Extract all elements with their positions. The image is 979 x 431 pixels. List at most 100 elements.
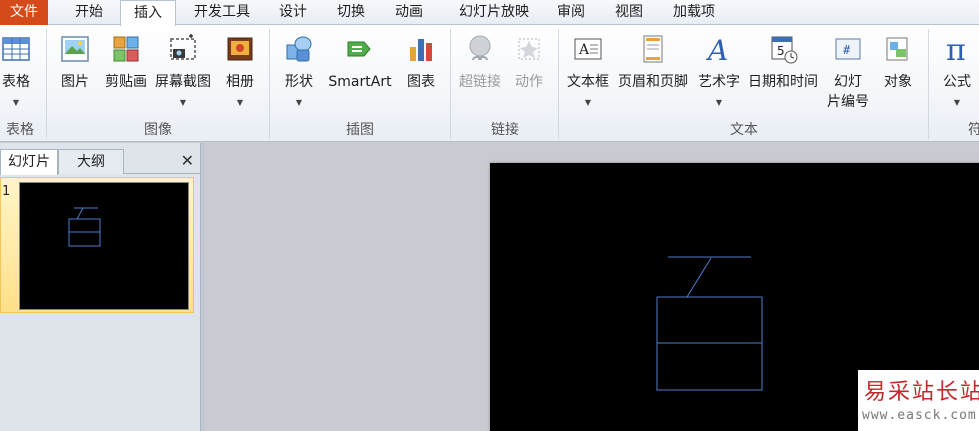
date-time-button[interactable]: 5 日期和时间 — [744, 29, 822, 119]
smartart-icon — [347, 41, 371, 57]
tab-developer[interactable]: 开发工具 — [183, 0, 261, 25]
equation-button[interactable]: π 公式 ▼ — [936, 29, 978, 119]
picture-button[interactable]: 图片 — [54, 29, 96, 119]
picture-label: 图片 — [61, 74, 89, 90]
textbox-icon: A — [574, 38, 602, 60]
header-footer-button[interactable]: 页眉和页脚 — [614, 29, 692, 119]
svg-text:A: A — [578, 42, 590, 58]
calendar-clock-icon: 5 — [771, 36, 798, 64]
action-button[interactable]: 动作 — [508, 29, 550, 119]
watermark-title: 易采站长站 — [864, 380, 979, 405]
svg-text:A: A — [705, 34, 728, 65]
hyperlink-button[interactable]: 超链接 — [454, 29, 506, 119]
tab-home[interactable]: 开始 — [60, 0, 118, 25]
textbox-button[interactable]: A 文本框 ▼ — [562, 29, 614, 119]
dropdown-arrow-icon: ▼ — [295, 98, 303, 107]
date-time-label: 日期和时间 — [748, 74, 818, 90]
ribbon-insert: 表格 ▼ 表格 图片 剪贴画 屏幕截图 ▼ 相册 ▼ 图像 形状 ▼ Smart… — [0, 25, 979, 142]
screenshot-icon — [170, 34, 196, 60]
slide-thumbnail[interactable] — [19, 182, 189, 310]
slide-number-label-line2: 片编号 — [827, 94, 869, 110]
diagonal-line-shape[interactable] — [686, 257, 712, 298]
wordart-button[interactable]: A 艺术字 ▼ — [694, 29, 744, 119]
ribbon-tab-bar: 文件 开始 插入 开发工具 设计 切换 动画 幻灯片放映 审阅 视图 加载项 — [0, 0, 979, 26]
hyperlink-icon — [469, 35, 491, 61]
slide-number-label-line1: 幻灯 — [834, 74, 862, 90]
table-label: 表格 — [2, 74, 30, 90]
object-button[interactable]: 对象 — [876, 29, 920, 119]
slide-number: 1 — [2, 184, 11, 199]
object-label: 对象 — [884, 74, 912, 90]
svg-text:π: π — [946, 33, 966, 65]
tab-addins[interactable]: 加载项 — [662, 0, 726, 25]
dropdown-arrow-icon: ▼ — [953, 98, 961, 107]
watermark-url: www.easck.com — [862, 408, 977, 423]
action-icon — [518, 38, 540, 60]
picture-icon — [61, 36, 89, 62]
wordart-icon: A — [705, 34, 728, 65]
group-separator — [46, 29, 47, 139]
chart-label: 图表 — [407, 74, 435, 90]
header-footer-icon — [643, 35, 663, 63]
chart-button[interactable]: 图表 — [400, 29, 442, 119]
tab-design[interactable]: 设计 — [268, 0, 318, 25]
photo-album-label: 相册 — [226, 74, 254, 90]
hyperlink-label: 超链接 — [459, 74, 501, 90]
group-separator — [558, 29, 559, 139]
svg-text:5: 5 — [777, 44, 785, 58]
group-label-symbols: 符 — [968, 122, 979, 138]
close-icon[interactable]: ✕ — [181, 152, 194, 170]
action-label: 动作 — [515, 74, 543, 90]
chart-icon — [410, 39, 432, 61]
slide-thumbnail-drawing — [68, 207, 101, 247]
clipart-icon — [113, 36, 139, 62]
screenshot-label: 屏幕截图 — [155, 74, 211, 90]
slides-pane: 幻灯片 大纲 ✕ 1 — [0, 143, 200, 431]
slide-number-button[interactable]: # 幻灯 片编号 — [822, 29, 874, 119]
clipart-label: 剪贴画 — [105, 74, 147, 90]
smartart-label: SmartArt — [328, 74, 392, 90]
table-icon — [2, 37, 30, 61]
dropdown-arrow-icon: ▼ — [236, 98, 244, 107]
clipart-button[interactable]: 剪贴画 — [102, 29, 150, 119]
wordart-label: 艺术字 — [698, 74, 740, 90]
svg-text:#: # — [843, 43, 851, 57]
group-separator — [928, 29, 929, 139]
equation-label: 公式 — [943, 74, 971, 90]
smartart-button[interactable]: SmartArt — [324, 29, 396, 119]
group-separator — [450, 29, 451, 139]
screenshot-button[interactable]: 屏幕截图 ▼ — [152, 29, 214, 119]
object-icon — [886, 37, 908, 61]
watermark: 易采站长站 www.easck.com — [858, 370, 979, 431]
slides-pane-tabs: 幻灯片 大纲 ✕ — [0, 146, 200, 175]
group-label-illustrations: 插图 — [346, 122, 374, 138]
group-label-text: 文本 — [730, 122, 758, 138]
dropdown-arrow-icon: ▼ — [715, 98, 723, 107]
tab-slides[interactable]: 幻灯片 — [0, 149, 58, 175]
slide-thumbnail-row[interactable]: 1 — [0, 177, 194, 313]
tab-insert[interactable]: 插入 — [120, 0, 176, 26]
pi-icon: π — [946, 33, 966, 65]
table-button[interactable]: 表格 ▼ — [0, 29, 40, 119]
tab-review[interactable]: 审阅 — [548, 0, 594, 25]
photo-album-button[interactable]: 相册 ▼ — [218, 29, 262, 119]
tab-transitions[interactable]: 切换 — [326, 0, 376, 25]
slide-number-icon: # — [835, 38, 861, 60]
group-label-images: 图像 — [144, 122, 172, 138]
photo-album-icon — [227, 37, 253, 61]
textbox-label: 文本框 — [567, 74, 609, 90]
header-footer-label: 页眉和页脚 — [618, 74, 688, 90]
tab-outline[interactable]: 大纲 — [58, 149, 124, 174]
dropdown-arrow-icon: ▼ — [584, 98, 592, 107]
tab-slideshow[interactable]: 幻灯片放映 — [444, 0, 544, 25]
tab-animations[interactable]: 动画 — [384, 0, 434, 25]
tab-view[interactable]: 视图 — [604, 0, 654, 25]
group-label-links: 链接 — [491, 122, 519, 138]
dropdown-arrow-icon: ▼ — [12, 98, 20, 107]
dropdown-arrow-icon: ▼ — [179, 98, 187, 107]
shapes-label: 形状 — [285, 74, 313, 90]
shapes-icon — [286, 36, 312, 62]
tab-file[interactable]: 文件 — [0, 0, 48, 25]
group-label-tables: 表格 — [6, 122, 34, 138]
shapes-button[interactable]: 形状 ▼ — [278, 29, 320, 119]
